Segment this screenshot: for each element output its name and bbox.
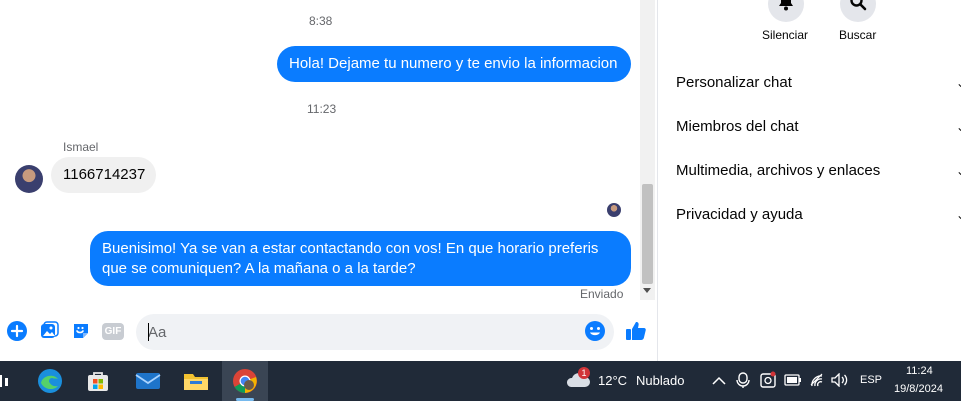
battery-icon[interactable] [784,373,802,392]
bell-icon [777,0,795,16]
chevron-down-icon[interactable]: ⌄ [956,164,961,178]
edge-icon[interactable] [36,367,64,395]
message-incoming[interactable]: 1166714237 [51,157,156,193]
volume-icon[interactable] [831,372,849,392]
mute-label: Silenciar [762,28,809,42]
clock-date[interactable]: 19/8/2024 [894,383,943,395]
text-caret [148,323,149,341]
chrome-icon[interactable] [231,367,259,395]
scroll-down-arrow[interactable] [643,288,651,293]
message-status: Enviado [580,287,624,301]
scrollbar-thumb[interactable] [642,184,653,284]
message-outgoing[interactable]: Hola! Dejame tu numero y te envio la inf… [277,46,631,82]
sender-name: Ismael [63,140,99,154]
task-view-icon[interactable] [0,367,20,395]
timestamp: 8:38 [309,14,333,28]
chevron-down-icon[interactable]: ⌄ [956,76,961,90]
side-item-chat-members[interactable]: Miembros del chat [676,118,799,135]
side-item-privacy-help[interactable]: Privacidad y ayuda [676,206,803,223]
avatar[interactable] [15,165,43,193]
message-input[interactable] [136,314,556,350]
weather-badge: 1 [578,367,590,379]
app-tray-icon[interactable] [760,371,776,394]
timestamp: 11:23 [307,102,337,116]
store-icon[interactable] [84,367,112,395]
search-label: Buscar [839,28,877,42]
mail-icon[interactable] [134,367,162,395]
chevron-down-icon[interactable]: ⌄ [956,208,961,222]
mute-button[interactable] [768,0,804,22]
weather-description[interactable]: Nublado [636,373,684,388]
plus-icon[interactable] [6,320,28,342]
file-explorer-icon[interactable] [182,367,210,395]
chat-pane: 8:38 Hola! Dejame tu numero y te envio l… [0,0,646,361]
message-input-wrap[interactable] [136,314,614,350]
meet-now-icon[interactable] [736,372,750,393]
emoji-icon[interactable] [584,320,606,347]
wifi-icon[interactable] [809,373,825,392]
search-icon [849,0,867,16]
clock-time[interactable]: 11:24 [906,365,933,377]
taskbar: 1 12°C Nublado ESP 11:24 19/8/2024 [0,361,961,401]
chevron-up-icon[interactable] [712,373,726,391]
side-item-media-files-links[interactable]: Multimedia, archivos y enlaces [676,162,880,179]
side-item-customize-chat[interactable]: Personalizar chat [676,74,792,91]
seen-avatar [607,203,621,217]
sticker-icon[interactable] [70,320,92,342]
scrollbar[interactable] [640,0,655,300]
language-indicator[interactable]: ESP [860,374,882,386]
gif-label: GIF [101,322,125,340]
thumbs-up-icon[interactable] [624,319,648,343]
chevron-down-icon[interactable]: ⌄ [956,120,961,134]
search-button[interactable] [840,0,876,22]
photo-icon[interactable] [38,320,60,342]
gif-icon[interactable]: GIF [101,320,125,342]
weather-temperature[interactable]: 12°C [598,373,627,388]
chat-info-panel: Silenciar Buscar Personalizar chat ⌄ Mie… [658,0,961,361]
message-outgoing[interactable]: Buenisimo! Ya se van a estar contactando… [90,231,631,286]
